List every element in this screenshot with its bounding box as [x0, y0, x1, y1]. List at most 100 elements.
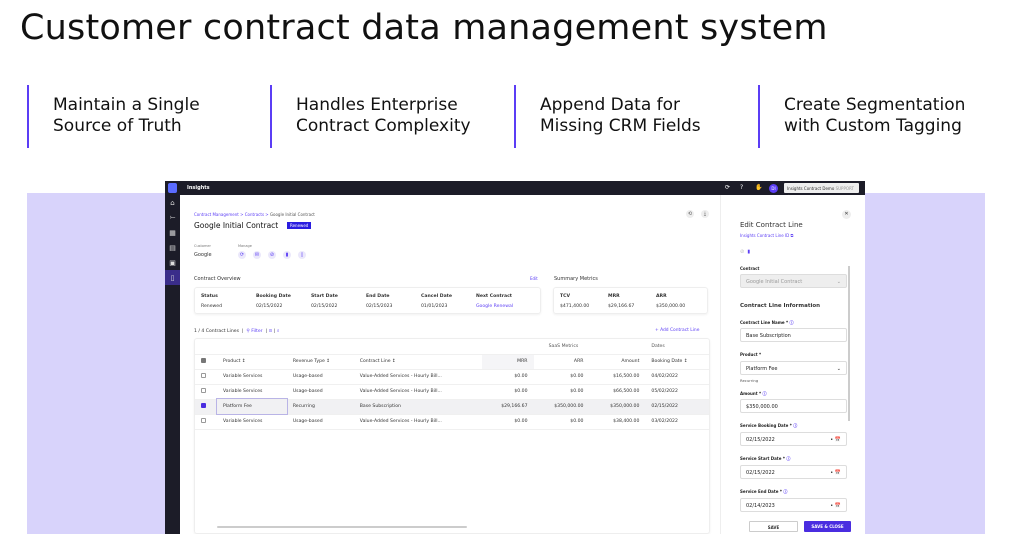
overview-label: End Date — [366, 294, 390, 299]
app-name: Insights — [187, 185, 210, 191]
table-cell: $38,400.00 — [589, 414, 646, 430]
notifications-icon[interactable]: ✋ — [755, 184, 762, 191]
table-cell: 04/02/2022 — [645, 369, 709, 385]
contract-line-name-label: Contract Line Name * ⓘ — [740, 320, 794, 325]
booking-date-label: Service Booking Date * ⓘ — [740, 423, 798, 428]
table-cell: $0.00 — [481, 384, 534, 400]
table-cell: Value-Added Services - Hourly Bill... — [353, 384, 482, 400]
amount-input[interactable]: $350,000.00 — [740, 399, 847, 413]
column-header[interactable]: MRR — [481, 354, 534, 370]
row-checkbox[interactable] — [201, 388, 206, 393]
table-cell: Value-Added Services - Hourly Bill... — [353, 414, 482, 430]
contract-lines-toolbar: 1 / 4 Contract Lines | ⚲ Filter | ⊙ | ⌕ — [194, 329, 280, 334]
account-select[interactable]: Insights Contract Demo SUPPORT ⌄ — [784, 183, 859, 196]
table-cell: $16,500.00 — [589, 369, 646, 385]
status-badge: Renewed — [287, 222, 312, 229]
table-cell: 02/15/2022 — [645, 399, 709, 415]
column-header[interactable]: Booking Date ↕ — [645, 354, 709, 370]
column-header[interactable]: Product ↕ — [217, 354, 287, 370]
contracts-icon[interactable]: ▯ — [165, 270, 180, 285]
column-header[interactable]: Contract Line ↕ — [353, 354, 482, 370]
top-bar: Insights ⟳ ? ✋ DI Insights Contract Demo… — [165, 181, 865, 196]
columns-icon[interactable]: ⊙ — [269, 329, 273, 334]
table-icon[interactable]: ▦ — [165, 225, 180, 240]
panel-actions: ⊘ ▮ — [740, 249, 750, 255]
select-all-checkbox[interactable] — [201, 358, 206, 363]
save-button[interactable]: SAVE — [749, 521, 798, 532]
avatar[interactable]: DI — [769, 184, 778, 193]
customer-value: Google — [194, 252, 212, 258]
row-checkbox[interactable] — [201, 373, 206, 378]
table-cell: Variable Services — [217, 369, 287, 385]
table-cell: 03/02/2022 — [645, 414, 709, 430]
breadcrumb: Contract Management > Contracts > Google… — [194, 212, 315, 217]
overview-label: Next Contract — [476, 294, 512, 299]
horizontal-scrollbar[interactable] — [217, 526, 467, 528]
table-cell: $0.00 — [533, 384, 590, 400]
search-icon[interactable]: ⌕ — [277, 329, 280, 334]
home-icon[interactable]: ⌂ — [165, 195, 180, 210]
reports-icon[interactable]: ▣ — [165, 255, 180, 270]
edit-link[interactable]: Edit — [530, 276, 538, 281]
table-cell: $0.00 — [481, 369, 534, 385]
product-label: Product * — [740, 352, 762, 357]
column-header[interactable]: Amount — [589, 354, 646, 370]
refresh-icon[interactable]: ⟳ — [725, 184, 730, 191]
add-contract-line-button[interactable]: + Add Contract Line — [655, 328, 699, 333]
product-hint: Recurring — [740, 378, 759, 383]
amount-label: Amount * ⓘ — [740, 391, 767, 396]
overview-value: 02/15/2023 — [366, 304, 393, 309]
summary-value: $29,166.67 — [608, 304, 635, 309]
close-icon[interactable]: ✕ — [842, 210, 851, 219]
sidebar: ⌂ ⤚ ▦ ▤ ▣ ▯ — [165, 195, 180, 534]
table-cell: $0.00 — [533, 369, 590, 385]
documents-icon[interactable]: ▤ — [165, 240, 180, 255]
summary-title: Summary Metrics — [554, 276, 598, 282]
table-cell: Recurring — [286, 399, 354, 415]
table-row[interactable]: Variable Services Usage-based Value-Added … — [195, 369, 709, 385]
row-checkbox[interactable] — [201, 418, 206, 423]
pillar-3: Append Data for Missing CRM Fields — [514, 85, 744, 148]
help-icon[interactable]: ? — [740, 184, 743, 191]
column-header[interactable]: ARR — [533, 354, 590, 370]
contract-line-id-link[interactable]: Insights Contract Line ID ⧉ — [740, 233, 793, 238]
table-cell: Variable Services — [217, 414, 287, 430]
customer-label: Customer — [194, 244, 212, 248]
table-row[interactable]: Platform Fee Recurring Base Subscription $2… — [195, 398, 709, 415]
copy-icon[interactable]: ▯ — [298, 251, 306, 259]
delete-icon[interactable]: ▮ — [283, 251, 291, 259]
overview-card: Status Renewed Booking Date 02/15/2022 Start… — [194, 287, 541, 314]
section-title: Contract Line Information — [740, 303, 821, 309]
headline: Customer contract data management system — [20, 8, 828, 48]
end-date-input[interactable]: 02/14/2023 • 📅 — [740, 498, 847, 512]
overview-label: Cancel Date — [421, 294, 452, 299]
summary-value: $350,000.00 — [656, 304, 686, 309]
filter-button[interactable]: ⚲ Filter — [246, 329, 262, 334]
summary-value: $471,400.00 — [560, 304, 590, 309]
contract-select[interactable]: Google Initial Contract ⌄ — [740, 274, 847, 288]
panel-scrollbar[interactable] — [848, 266, 850, 421]
link-icon[interactable]: ⊘ — [268, 251, 276, 259]
overview-value[interactable]: Google Renewal — [476, 304, 513, 309]
integrations-icon[interactable]: ⤚ — [165, 210, 180, 225]
sync-icon[interactable]: ⟳ — [238, 251, 246, 259]
logo-icon — [168, 183, 177, 193]
contract-lines-table: SaaS Metrics Dates Product ↕ Revenue Type … — [194, 338, 710, 534]
table-cell: Base Subscription — [353, 399, 482, 415]
table-row[interactable]: Variable Services Usage-based Value-Added … — [195, 384, 709, 400]
group-header-dates: Dates — [645, 339, 709, 355]
mail-icon[interactable]: ✉ — [253, 251, 261, 259]
history-icon[interactable]: ⟲ ⤓ — [686, 210, 716, 218]
save-close-button[interactable]: SAVE & CLOSE — [804, 521, 851, 532]
booking-date-input[interactable]: 02/15/2022 • 📅 — [740, 432, 847, 446]
start-date-input[interactable]: 02/15/2022 • 📅 — [740, 465, 847, 479]
product-select[interactable]: Platform Fee ⌄ — [740, 361, 847, 375]
overview-label: Status — [201, 294, 218, 299]
table-row[interactable]: Variable Services Usage-based Value-Added … — [195, 414, 709, 430]
contract-label: Contract — [740, 266, 760, 271]
row-checkbox[interactable] — [201, 403, 206, 408]
column-header[interactable]: Revenue Type ↕ — [286, 354, 354, 370]
trash-icon[interactable]: ▮ — [747, 249, 750, 255]
contract-line-name-input[interactable]: Base Subscription — [740, 328, 847, 342]
unlink-icon[interactable]: ⊘ — [740, 249, 744, 255]
